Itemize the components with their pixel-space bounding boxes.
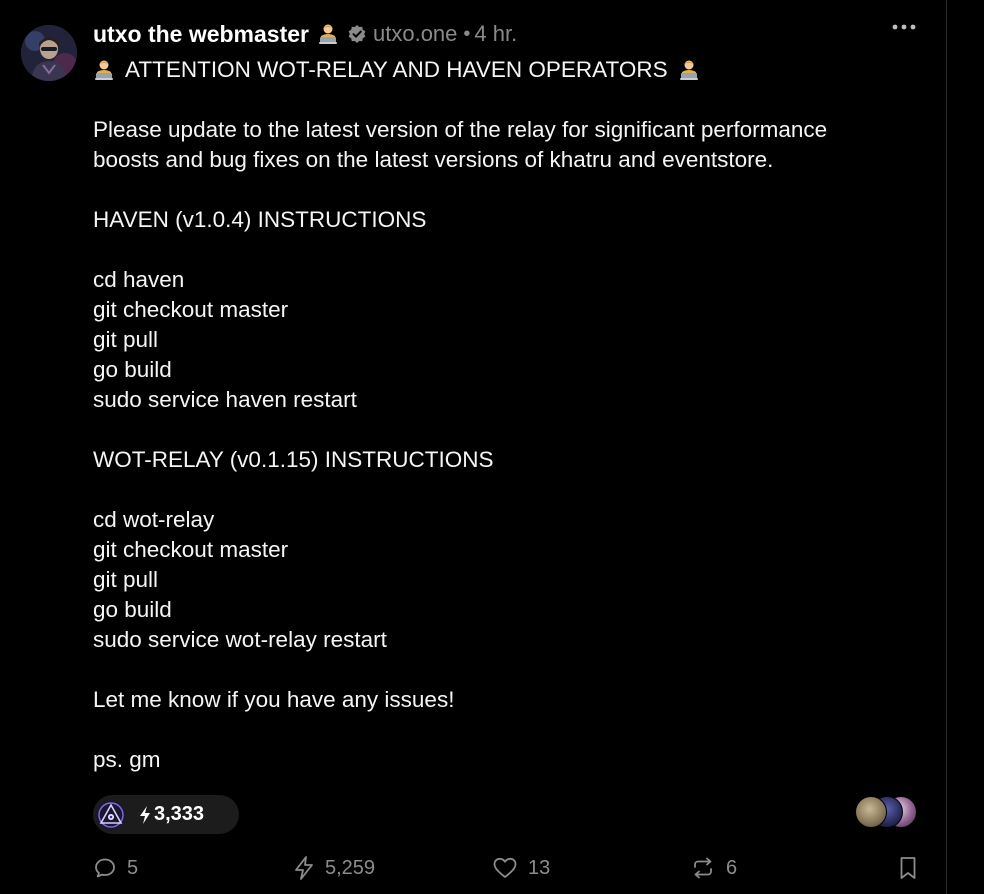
repost-icon: [694, 857, 712, 879]
more-options-button[interactable]: [890, 20, 918, 34]
haven-heading: HAVEN (v1.0.4) INSTRUCTIONS: [93, 207, 427, 232]
command-line: go build: [93, 597, 172, 622]
command-line: git pull: [93, 567, 159, 592]
wot-heading: WOT-RELAY (v0.1.15) INSTRUCTIONS: [93, 447, 494, 472]
post-time[interactable]: 4 hr.: [474, 21, 517, 47]
repost-count: 6: [726, 856, 738, 879]
command-line: git checkout master: [93, 537, 289, 562]
command-line: cd haven: [93, 267, 185, 292]
more-horizontal-icon: [892, 24, 916, 30]
zap-bolt-icon: [140, 805, 150, 824]
command-line: git checkout master: [93, 297, 289, 322]
zapper-avatar[interactable]: [855, 796, 887, 828]
note-header: utxo the webmaster utxo.one • 4 hr.: [93, 19, 517, 49]
intro-line: Please update to the latest version of t…: [93, 117, 828, 142]
reply-icon: [95, 858, 115, 878]
header-separator: •: [463, 22, 471, 45]
like-count: 13: [528, 856, 551, 879]
bookmark-button[interactable]: [898, 852, 918, 884]
action-bar: 5 5,259 13 6: [0, 852, 946, 884]
intro-line: boosts and bug fixes on the latest versi…: [93, 147, 774, 172]
zap-count: 5,259: [325, 856, 376, 879]
verified-badge-icon: [347, 24, 367, 44]
top-zapper-avatar[interactable]: [96, 799, 126, 830]
command-line: go build: [93, 357, 172, 382]
note-content: ATTENTION WOT-RELAY AND HAVEN OPERATORS …: [93, 55, 923, 775]
command-line: cd wot-relay: [93, 507, 215, 532]
command-line: git pull: [93, 327, 159, 352]
ps-line: ps. gm: [93, 747, 161, 772]
zapper-avatars[interactable]: [855, 796, 919, 828]
reply-count: 5: [127, 856, 139, 879]
note-card: utxo the webmaster utxo.one • 4 hr. ATTE…: [0, 0, 947, 894]
technologist-emoji-icon: [93, 59, 115, 81]
command-line: sudo service wot-relay restart: [93, 627, 387, 652]
nip05-address[interactable]: utxo.one: [373, 21, 457, 47]
repost-button[interactable]: 6: [690, 852, 737, 884]
heart-icon: [493, 857, 517, 878]
like-button[interactable]: 13: [492, 852, 550, 884]
technologist-emoji-icon: [678, 59, 700, 81]
zap-bolt-icon: [295, 856, 313, 880]
reply-button[interactable]: 5: [93, 852, 138, 884]
author-avatar[interactable]: [21, 25, 77, 81]
technologist-emoji-icon: [317, 23, 339, 45]
top-zap-pill[interactable]: 3,333: [93, 795, 239, 834]
closing-line: Let me know if you have any issues!: [93, 687, 455, 712]
top-zap-amount: 3,333: [138, 803, 204, 826]
top-zap-value: 3,333: [154, 803, 205, 825]
bookmark-icon: [900, 857, 916, 879]
zap-button[interactable]: 5,259: [293, 852, 375, 884]
command-line: sudo service haven restart: [93, 387, 357, 412]
headline-text: ATTENTION WOT-RELAY AND HAVEN OPERATORS: [125, 57, 668, 82]
author-name[interactable]: utxo the webmaster: [93, 21, 309, 48]
headline-line: ATTENTION WOT-RELAY AND HAVEN OPERATORS: [93, 55, 923, 85]
